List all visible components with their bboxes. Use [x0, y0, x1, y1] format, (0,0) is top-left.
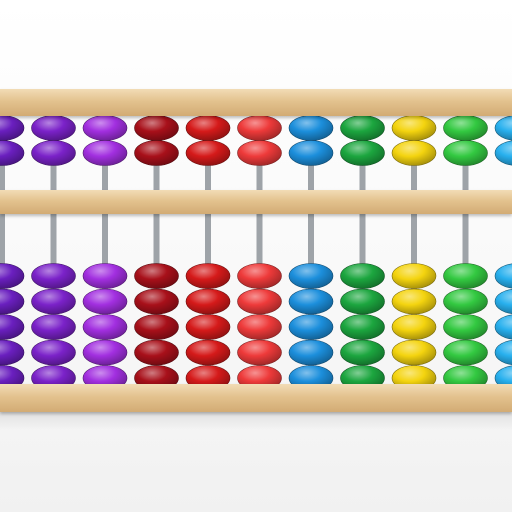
bead-lower-magenta-1[interactable]	[82, 263, 128, 289]
bead-lower-cyan-4[interactable]	[494, 340, 512, 365]
bead-upper-yellow-2[interactable]	[391, 140, 437, 166]
bead-lower-magenta-3[interactable]	[82, 314, 128, 340]
bead-lower-yellow-1[interactable]	[391, 263, 437, 289]
frame-bottom-bar	[0, 384, 512, 412]
bead-lower-purple-2[interactable]	[31, 288, 76, 315]
bead-lower-cyan-1[interactable]	[494, 263, 512, 289]
bead-upper-purple-1[interactable]	[31, 115, 76, 141]
bead-upper-cyan-1[interactable]	[494, 115, 512, 141]
bead-lower-green-2[interactable]	[340, 288, 385, 315]
bead-lower-blue-4[interactable]	[288, 339, 334, 366]
abacus	[0, 0, 512, 512]
bead-upper-light-red-1[interactable]	[237, 115, 282, 141]
bead-lower-violet-2[interactable]	[0, 288, 25, 315]
bead-lower-red-2[interactable]	[185, 288, 231, 315]
bead-upper-blue-1[interactable]	[288, 115, 334, 141]
bead-lower-cyan-2[interactable]	[494, 289, 512, 314]
bead-lower-dark-red-2[interactable]	[134, 288, 179, 315]
bead-upper-red-1[interactable]	[185, 115, 231, 141]
bead-lower-violet-3[interactable]	[0, 314, 25, 340]
bead-lower-light-red-3[interactable]	[237, 314, 282, 340]
bead-lower-purple-3[interactable]	[31, 314, 76, 340]
bead-lower-red-4[interactable]	[185, 339, 231, 366]
bead-upper-lime-green-1[interactable]	[443, 115, 488, 141]
bead-lower-dark-red-1[interactable]	[134, 263, 179, 289]
bead-lower-green-1[interactable]	[340, 263, 385, 289]
bead-lower-green-3[interactable]	[340, 314, 385, 340]
bead-lower-green-4[interactable]	[340, 339, 385, 366]
bead-lower-lime-green-1[interactable]	[443, 263, 488, 289]
bead-lower-yellow-3[interactable]	[391, 314, 437, 340]
bead-lower-lime-green-2[interactable]	[443, 288, 488, 315]
bead-lower-blue-3[interactable]	[288, 314, 334, 340]
frame-divider-bar	[0, 190, 512, 214]
bead-upper-dark-red-2[interactable]	[134, 140, 179, 166]
abacus-rods-and-beads	[0, 112, 512, 391]
bead-upper-green-1[interactable]	[340, 115, 385, 141]
bead-lower-purple-1[interactable]	[31, 263, 76, 289]
bead-lower-blue-2[interactable]	[288, 288, 334, 315]
bead-lower-cyan-3[interactable]	[494, 314, 512, 340]
bead-upper-lime-green-2[interactable]	[443, 140, 488, 166]
bead-upper-magenta-2[interactable]	[82, 140, 128, 166]
bead-lower-purple-4[interactable]	[31, 339, 76, 366]
bead-upper-yellow-1[interactable]	[391, 115, 437, 141]
bead-upper-light-red-2[interactable]	[237, 140, 282, 166]
frame-top-bar	[0, 89, 512, 116]
bead-lower-yellow-4[interactable]	[391, 339, 437, 366]
bead-upper-green-2[interactable]	[340, 140, 385, 166]
bead-lower-magenta-2[interactable]	[82, 288, 128, 315]
bead-lower-red-3[interactable]	[185, 314, 231, 340]
bead-lower-light-red-2[interactable]	[237, 288, 282, 315]
bead-lower-blue-1[interactable]	[288, 263, 334, 289]
bead-lower-violet-1[interactable]	[0, 263, 25, 289]
bead-lower-magenta-4[interactable]	[82, 339, 128, 366]
bead-lower-violet-4[interactable]	[0, 339, 25, 366]
bead-lower-light-red-1[interactable]	[237, 263, 282, 289]
bead-lower-red-1[interactable]	[185, 263, 231, 289]
bead-upper-violet-1[interactable]	[0, 115, 25, 141]
bead-lower-lime-green-3[interactable]	[443, 314, 488, 340]
bead-upper-purple-2[interactable]	[31, 140, 76, 166]
bead-upper-dark-red-1[interactable]	[134, 115, 179, 141]
floor-shadow	[0, 412, 512, 430]
bead-upper-blue-2[interactable]	[288, 140, 334, 166]
bead-lower-dark-red-3[interactable]	[134, 314, 179, 340]
bead-lower-light-red-4[interactable]	[237, 339, 282, 366]
bead-upper-violet-2[interactable]	[0, 140, 25, 166]
bead-upper-red-2[interactable]	[185, 140, 231, 166]
bead-lower-yellow-2[interactable]	[391, 288, 437, 315]
bead-lower-dark-red-4[interactable]	[134, 339, 179, 366]
bead-lower-lime-green-4[interactable]	[443, 339, 488, 366]
bead-upper-magenta-1[interactable]	[82, 115, 128, 141]
bead-upper-cyan-2[interactable]	[494, 140, 512, 166]
